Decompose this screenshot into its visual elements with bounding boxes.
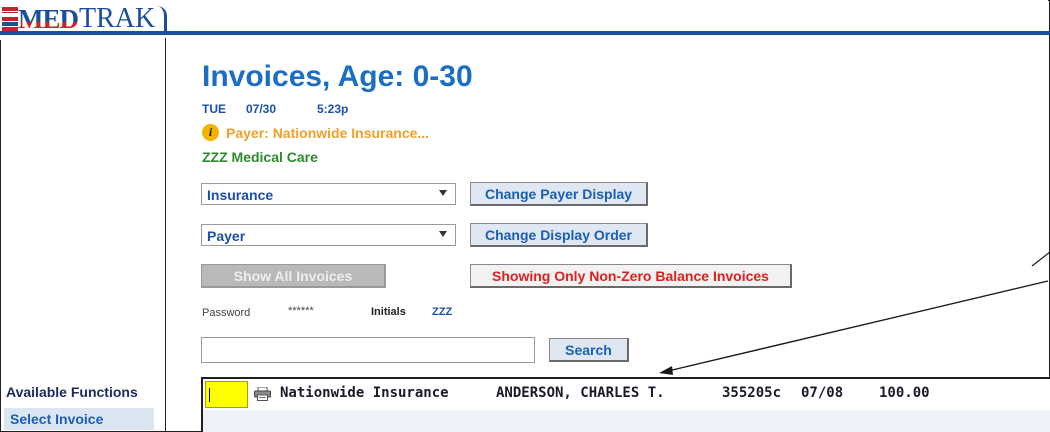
show-all-invoices-button[interactable]: Show All Invoices xyxy=(201,264,386,288)
change-display-order-button[interactable]: Change Display Order xyxy=(470,223,648,247)
date-label: 07/30 xyxy=(246,102,277,116)
row-amount: 100.00 xyxy=(879,385,930,401)
payer-type-select[interactable]: Insurance xyxy=(201,183,456,205)
sidebar-item-select-invoice[interactable]: Select Invoice xyxy=(4,408,154,430)
row-payer: Nationwide Insurance xyxy=(280,385,449,401)
display-order-select-value: Payer xyxy=(207,228,246,244)
day-label: TUE xyxy=(202,102,226,116)
flag-icon xyxy=(2,7,18,31)
time-label: 5:23p xyxy=(317,102,349,116)
info-icon: i xyxy=(202,124,219,141)
display-order-select[interactable]: Payer xyxy=(201,224,456,246)
payer-type-select-value: Insurance xyxy=(207,187,274,203)
change-payer-display-button[interactable]: Change Payer Display xyxy=(470,182,648,206)
logo-med: MED xyxy=(18,3,79,34)
header: MED TRAK xyxy=(0,0,1050,40)
payer-notice-text: Payer: Nationwide Insurance... xyxy=(226,124,430,141)
invoice-select-input[interactable] xyxy=(205,381,248,408)
sidebar-item-label: Select Invoice xyxy=(10,411,104,427)
password-value: ****** xyxy=(288,305,314,317)
table-row[interactable]: Nationwide Insurance ANDERSON, CHARLES T… xyxy=(203,379,1050,410)
sidebar xyxy=(0,38,166,432)
initials-value: ZZZ xyxy=(432,306,453,318)
header-divider xyxy=(160,31,1050,35)
row-date: 07/08 xyxy=(801,385,844,401)
payer-notice: i Payer: Nationwide Insurance... xyxy=(202,124,429,141)
non-zero-balance-toggle-button[interactable]: Showing Only Non-Zero Balance Invoices xyxy=(470,264,792,288)
row-patient: ANDERSON, CHARLES T. xyxy=(496,385,665,401)
clinic-name: ZZZ Medical Care xyxy=(202,149,318,165)
initials-label: Initials xyxy=(371,306,406,318)
printer-icon[interactable] xyxy=(254,387,271,401)
available-functions-heading: Available Functions xyxy=(6,384,138,400)
invoice-list: Nationwide Insurance ANDERSON, CHARLES T… xyxy=(201,377,1050,432)
search-input[interactable] xyxy=(201,337,535,363)
page-title: Invoices, Age: 0-30 xyxy=(202,60,473,93)
chevron-down-icon xyxy=(439,231,447,237)
row-invoice-number: 355205c xyxy=(722,385,782,401)
search-button[interactable]: Search xyxy=(549,338,629,362)
password-label: Password xyxy=(202,307,251,319)
chevron-down-icon xyxy=(439,190,447,196)
